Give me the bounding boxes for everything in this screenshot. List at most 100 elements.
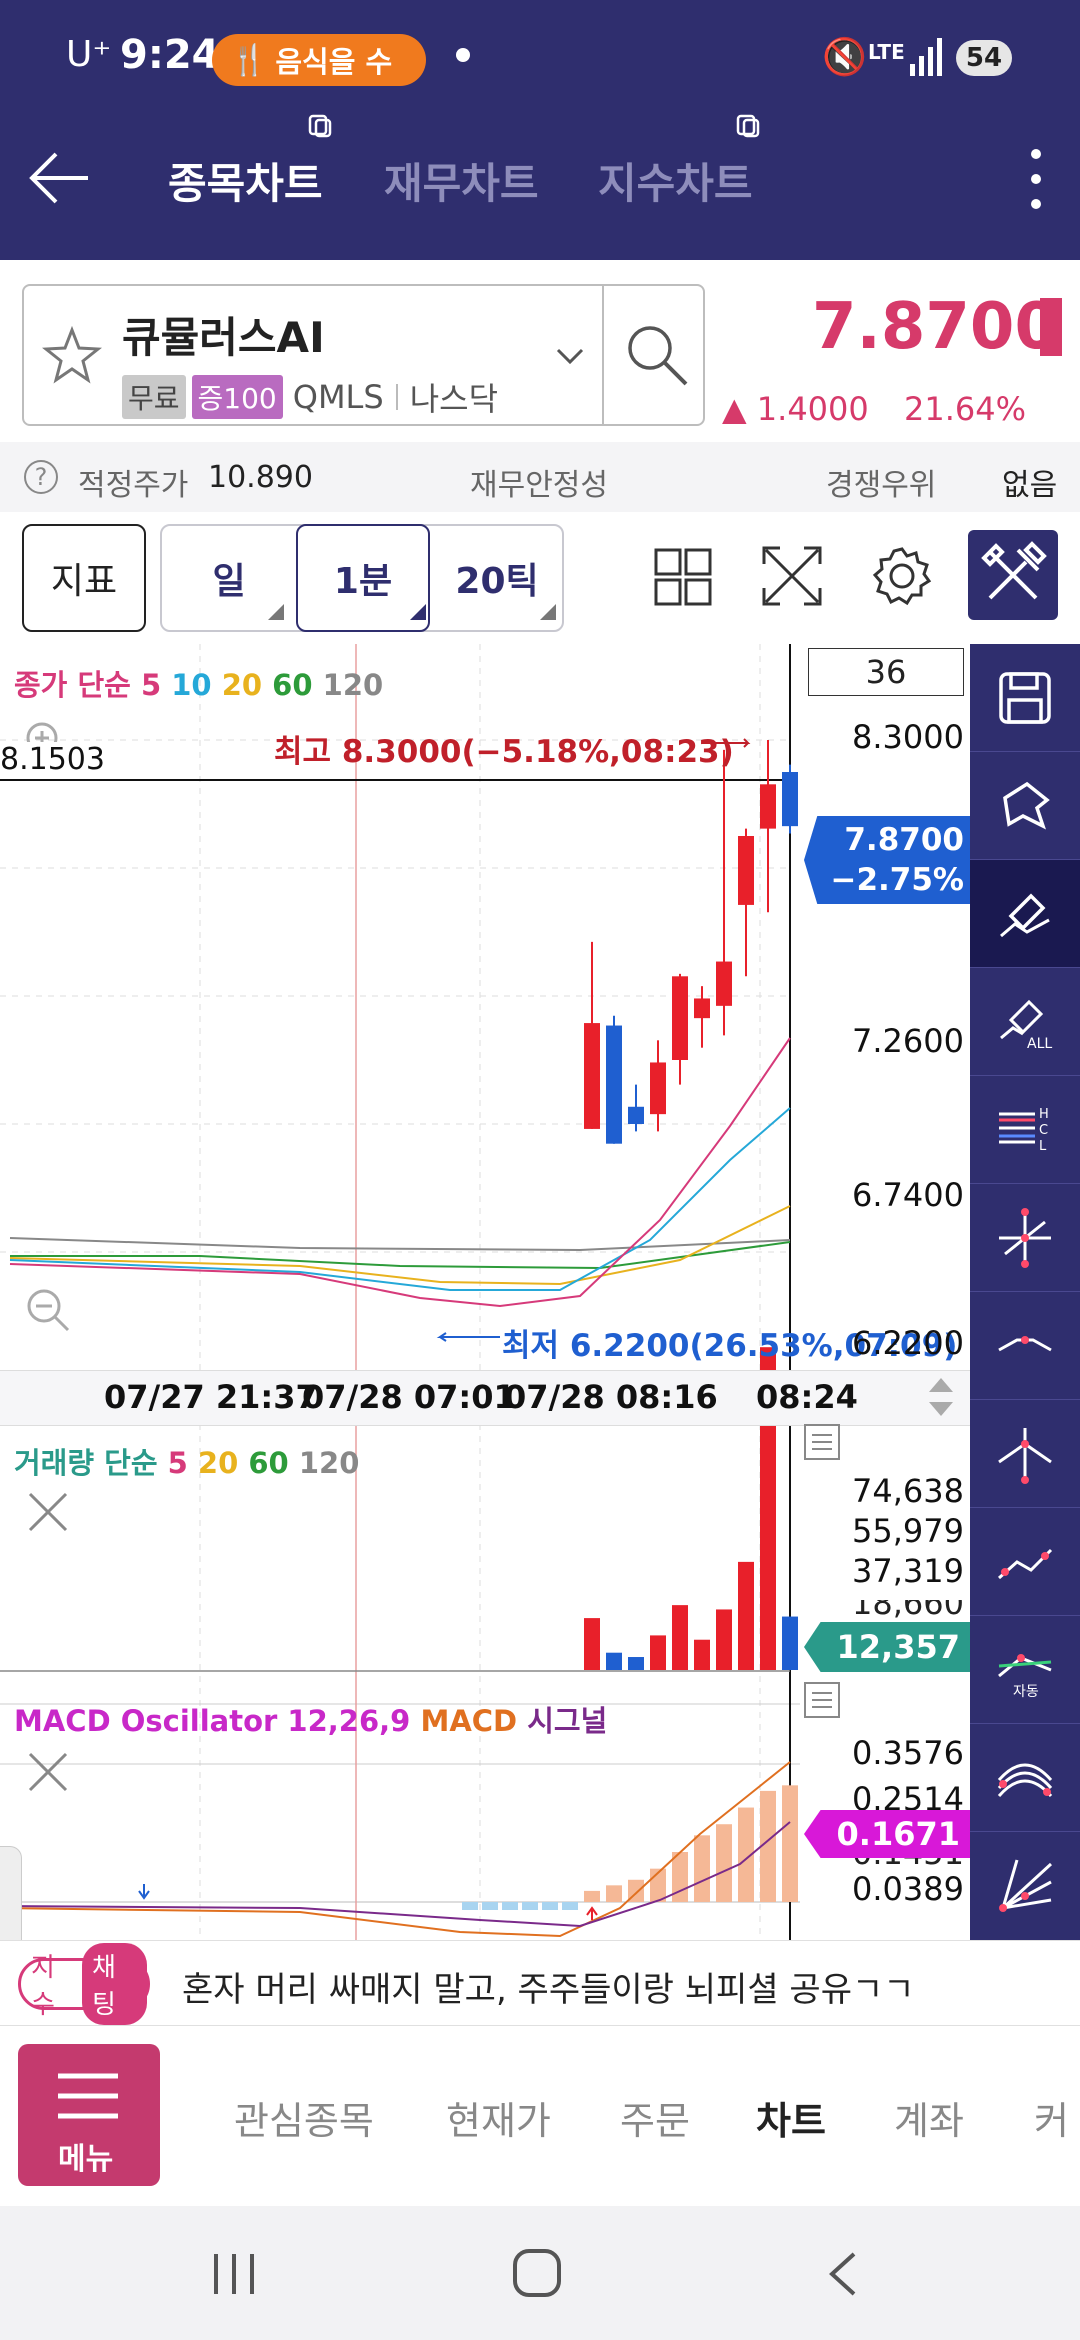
gear-icon[interactable] (872, 546, 932, 606)
nav-more-clip: 커 (1034, 2090, 1080, 2145)
nav-account[interactable]: 계좌 (894, 2090, 964, 2145)
nav-chart[interactable]: 차트 (756, 2090, 826, 2145)
index-badge-label: 지수 (31, 1953, 55, 2020)
current-price-tag: 7.8700 −2.75% (804, 816, 970, 904)
x-label-4: 08:24 (756, 1378, 858, 1416)
svg-text:자동: 자동 (1013, 1684, 1039, 1700)
hlc-tool[interactable]: HCL (970, 1076, 1080, 1184)
notification-text: 음식을 수 (275, 45, 393, 79)
macd-legend: MACD Oscillator 12,26,9 MACD 시그널 (14, 1698, 607, 1740)
scroll-updown-icon[interactable] (926, 1372, 956, 1422)
shape-tool[interactable] (970, 752, 1080, 860)
hlc-lines-icon: HCL (999, 1107, 1049, 1154)
auto-trend-tool[interactable]: 자동 (970, 1616, 1080, 1724)
volume-legend: 거래량 단순 5 20 60 120 (14, 1440, 359, 1482)
back-icon[interactable] (824, 2250, 860, 2298)
eraser-tool[interactable] (970, 860, 1080, 968)
stock-selector[interactable]: 큐뮬러스AI 무료 증100 QMLS 나스닥 (22, 284, 705, 426)
price-change-pct: 21.64% (904, 390, 1027, 428)
legend-ma5: 5 (140, 668, 162, 702)
candle-body (628, 1106, 644, 1124)
tab-financial-chart[interactable]: 재무차트 (384, 150, 539, 211)
macd-osc-bar (782, 1785, 798, 1902)
crosshair-icon (999, 1207, 1051, 1268)
drawing-tools-button[interactable] (968, 530, 1058, 620)
volume-bar (650, 1635, 666, 1670)
tab-index-chart[interactable]: 지수차트 (598, 150, 753, 211)
vol-y-tick-clip: 18,660 (852, 1600, 962, 1624)
vol-legend-ma120: 120 (298, 1446, 360, 1480)
volume-bar (584, 1618, 600, 1670)
indicator-button[interactable]: 지표 (22, 524, 146, 632)
macd-osc-bar-neg (482, 1902, 498, 1910)
candle-body (716, 961, 732, 1006)
nav-more[interactable]: 커 (1034, 2099, 1069, 2143)
status-bar: U⁺ 9:24 🍴 음식을 수 🔇 LTE 54 (0, 0, 1080, 120)
candles (584, 740, 798, 1144)
peak-icon (998, 1335, 1052, 1351)
trendline-tool[interactable] (970, 1508, 1080, 1616)
list-menu-icon[interactable] (804, 1424, 840, 1460)
search-icon[interactable] (624, 322, 690, 388)
erase-all-tool[interactable]: ALL (970, 968, 1080, 1076)
current-price: 7.8700 (812, 290, 1059, 364)
volume-bar (716, 1609, 732, 1670)
legend-ma20: 20 (221, 668, 263, 702)
candle-body (760, 784, 776, 829)
fullscreen-icon[interactable] (760, 544, 824, 608)
chat-badge-label: 채팅 (82, 1943, 147, 2025)
back-arrow-icon[interactable] (28, 150, 92, 206)
corner-triangle-icon (268, 604, 284, 620)
macd-osc-bar-neg (562, 1902, 578, 1910)
help-icon[interactable]: ? (24, 460, 58, 494)
legend-ma10: 10 (171, 668, 212, 702)
peak-tool[interactable] (970, 1292, 1080, 1400)
fan-tool[interactable] (970, 1832, 1080, 1940)
shape-icon (1003, 781, 1050, 829)
vertex-tool[interactable] (970, 1400, 1080, 1508)
nav-order[interactable]: 주문 (620, 2090, 690, 2145)
vertex-icon (998, 1427, 1052, 1484)
count-box[interactable]: 36 (808, 648, 964, 696)
svg-text:H: H (1039, 1107, 1049, 1122)
ma-line (9, 1237, 791, 1252)
arc-tool[interactable] (970, 1724, 1080, 1832)
signal-icon (910, 38, 942, 76)
close-volume-icon[interactable] (26, 1490, 70, 1534)
candle-body (738, 836, 754, 905)
tab-stock-chart[interactable]: 종목차트 (168, 150, 323, 211)
more-menu-icon[interactable] (1024, 144, 1048, 214)
volume-bar (782, 1616, 798, 1670)
crosshair-tool[interactable] (970, 1184, 1080, 1292)
chevron-down-icon[interactable] (556, 346, 584, 366)
grid-layout-icon[interactable] (654, 548, 712, 606)
close-macd-icon[interactable] (26, 1750, 70, 1794)
volume-bar (738, 1561, 754, 1670)
menu-label: 메뉴 (58, 2142, 114, 2177)
nav-watchlist[interactable]: 관심종목 (234, 2090, 374, 2145)
menu-button[interactable]: 메뉴 (18, 2044, 160, 2186)
fair-price-label: 적정주가 (78, 468, 189, 503)
fan-icon (999, 1859, 1053, 1912)
macd-osc-bar-neg (502, 1902, 518, 1910)
save-tool[interactable] (970, 644, 1080, 752)
macd-legend-osc: MACD Oscillator 12,26,9 (14, 1704, 411, 1738)
legend-ma120: 120 (322, 668, 384, 702)
recent-apps-icon[interactable] (212, 2252, 256, 2296)
home-icon[interactable] (512, 2248, 562, 2298)
list-menu-icon-2[interactable] (804, 1682, 840, 1718)
zoom-out-icon[interactable] (24, 1286, 70, 1332)
chat-badge[interactable]: 지수 채팅 (18, 1943, 150, 2025)
macd-lines (0, 1761, 791, 1938)
moving-average-lines (9, 1037, 791, 1308)
multiwindow-icon-2 (736, 114, 760, 138)
star-icon[interactable] (42, 326, 102, 384)
nav-quote[interactable]: 현재가 (446, 2090, 551, 2145)
svg-text:C: C (1039, 1123, 1048, 1138)
market-label: 나스닥 (409, 380, 499, 418)
tag-pct: −2.75% (830, 862, 964, 898)
notification-pill[interactable]: 🍴 음식을 수 (212, 34, 426, 86)
save-icon (999, 671, 1051, 724)
x-label-1: 07/27 21:37 (104, 1378, 318, 1416)
vol-y-tick: 37,319 (852, 1552, 964, 1590)
